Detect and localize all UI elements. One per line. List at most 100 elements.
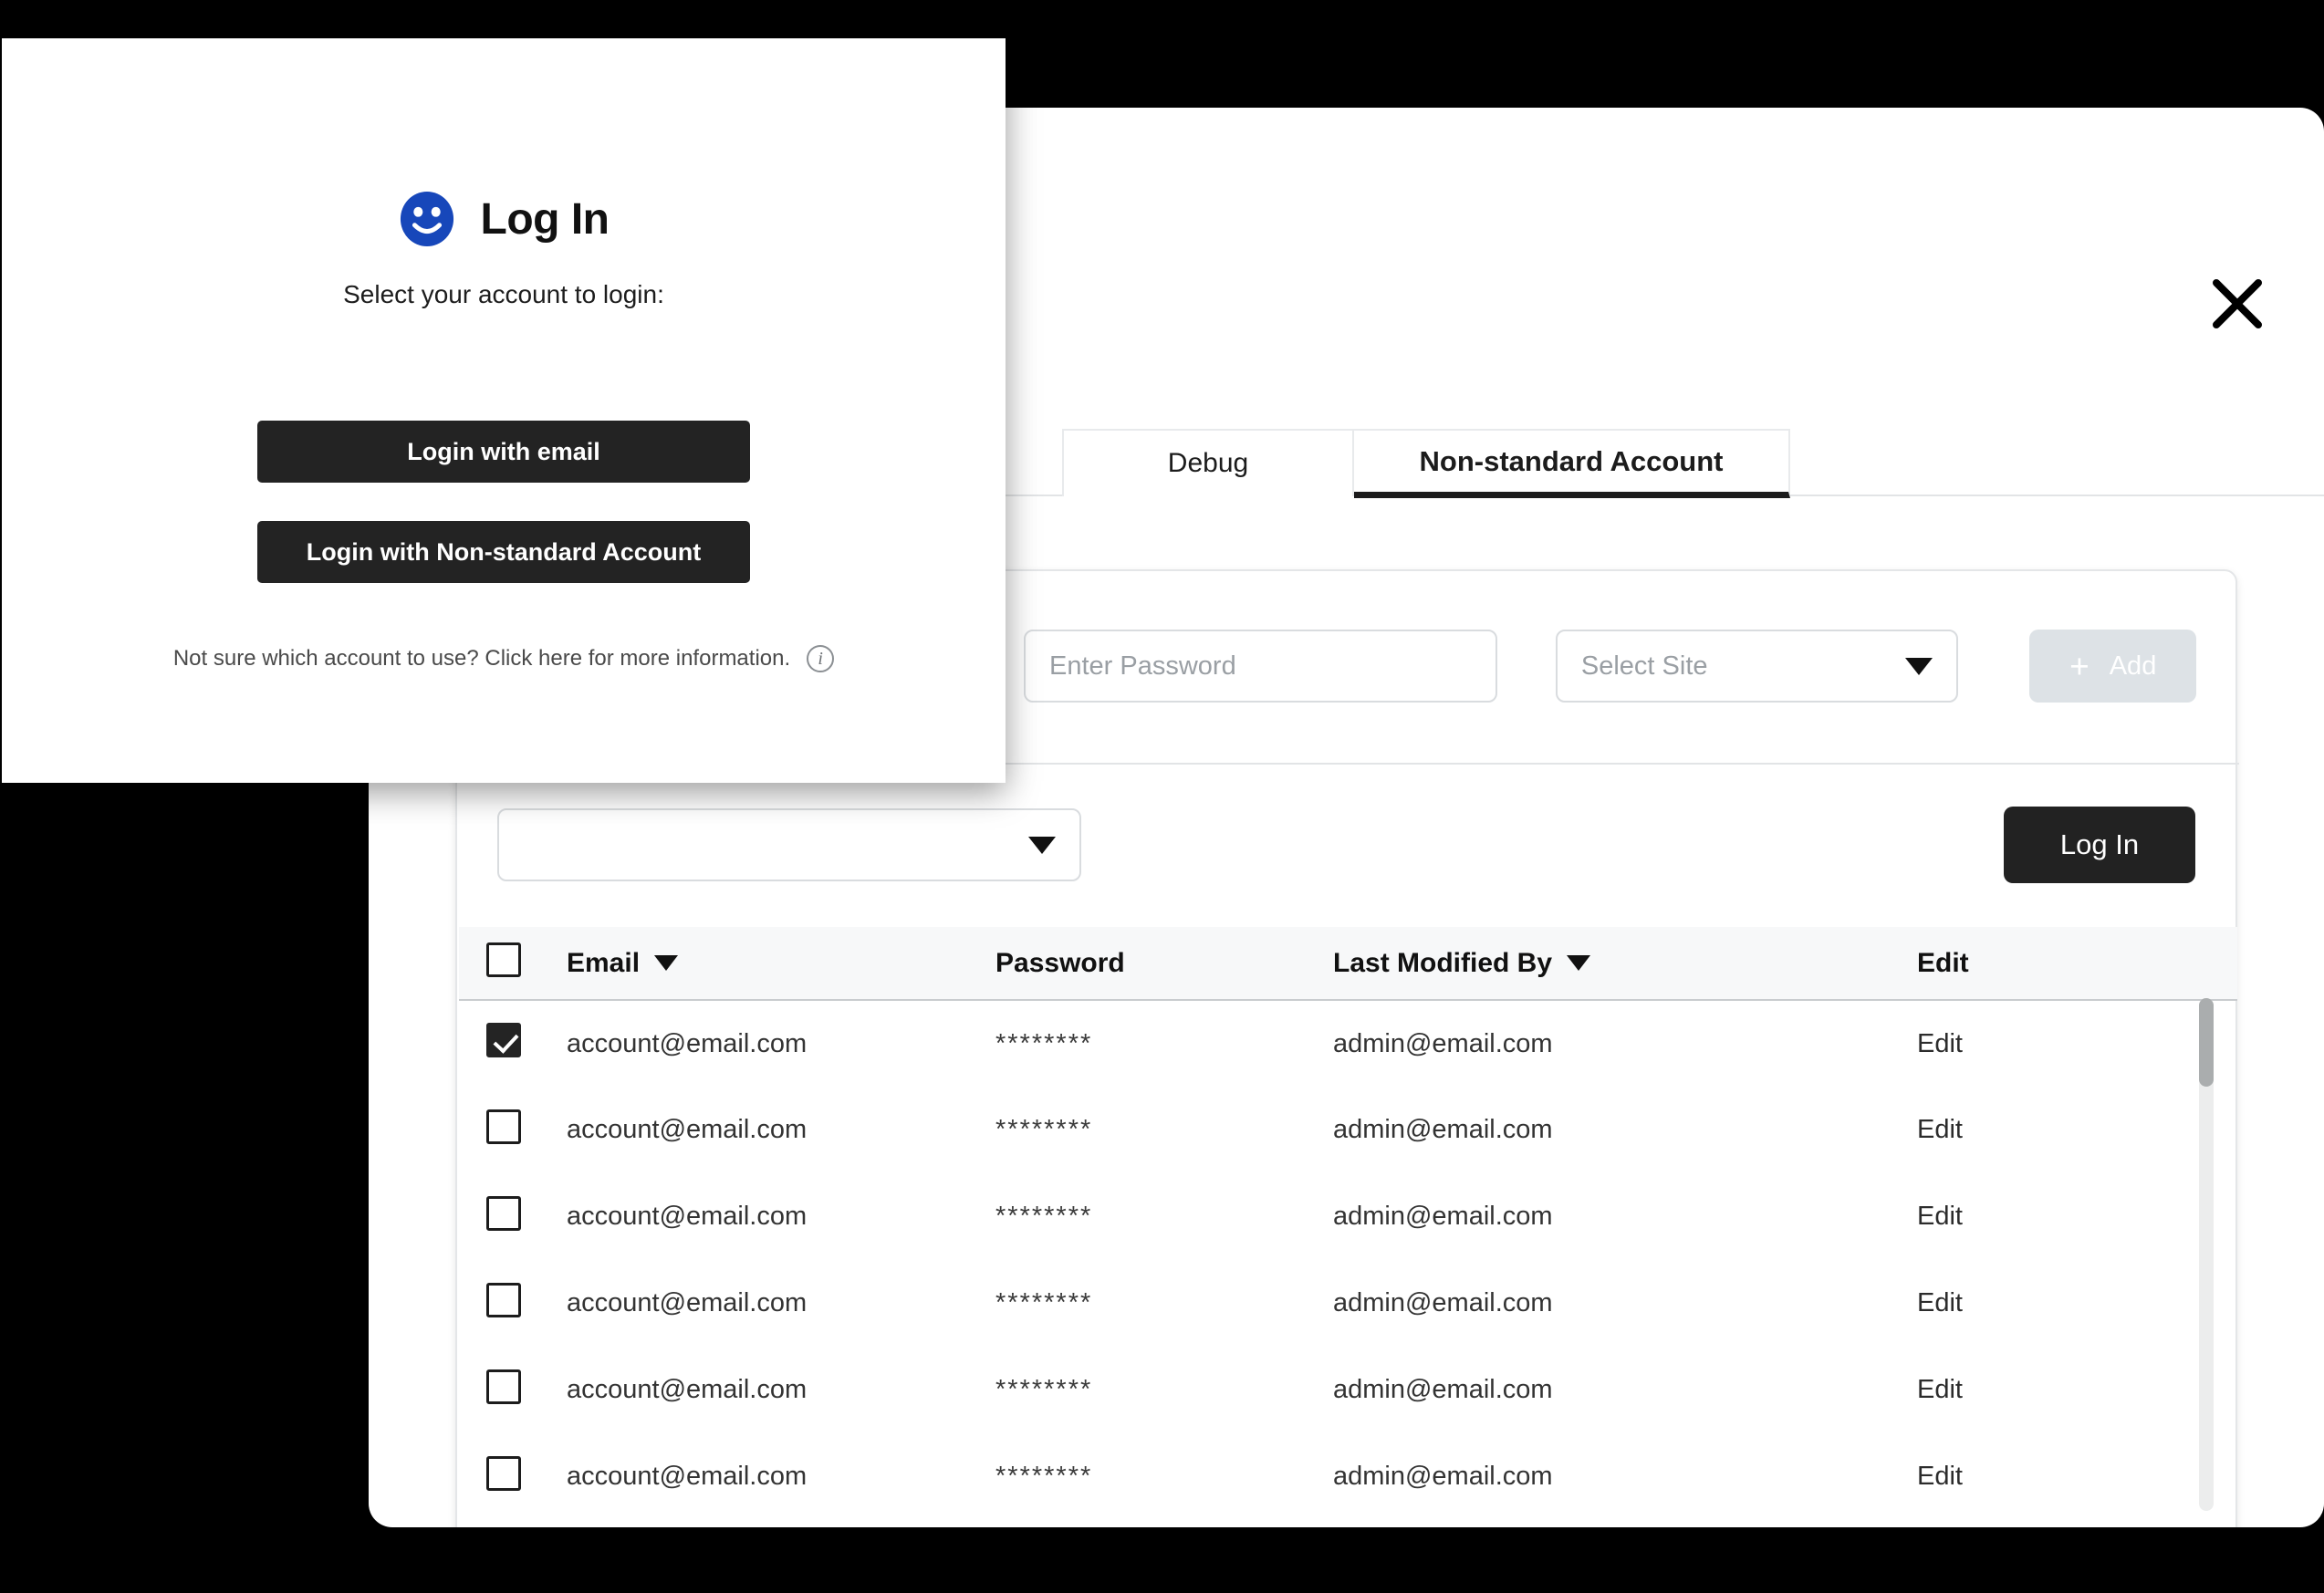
table-header-row: Email Password Last Modified By Edit — [459, 927, 2237, 1001]
login-with-non-standard-account-button[interactable]: Login with Non-standard Account — [257, 521, 750, 583]
sort-descending-icon[interactable] — [1567, 955, 1591, 971]
row-select-cell — [459, 1347, 567, 1433]
add-button[interactable]: + Add — [2029, 630, 2196, 703]
tab-debug-label: Debug — [1167, 448, 1249, 478]
row-select-cell — [459, 1087, 567, 1173]
row-select-cell — [459, 1433, 567, 1520]
table-row[interactable]: account@email.com ******** admin@email.com… — [459, 1433, 2237, 1520]
row-select-cell — [459, 1173, 567, 1260]
close-icon[interactable] — [2207, 274, 2267, 334]
cell-edit: Edit — [1917, 1000, 2237, 1087]
info-icon[interactable]: i — [807, 645, 835, 672]
add-button-label: Add — [2109, 651, 2157, 681]
header-email-label: Email — [567, 947, 641, 978]
tab-non-standard-account-label: Non-standard Account — [1419, 444, 1724, 477]
cell-email: account@email.com — [567, 1115, 808, 1144]
cell-edit: Edit — [1917, 1260, 2237, 1347]
header-password: Password — [995, 927, 1333, 1001]
table-header: Email Password Last Modified By Edit — [459, 927, 2237, 1001]
edit-link[interactable]: Edit — [1917, 1462, 1963, 1491]
row-checkbox[interactable] — [486, 1369, 521, 1404]
log-in-button[interactable]: Log In — [2004, 807, 2195, 883]
header-edit: Edit — [1917, 927, 2237, 1001]
row-checkbox[interactable] — [486, 1109, 521, 1144]
cell-password: ******** — [995, 1433, 1333, 1520]
edit-link[interactable]: Edit — [1917, 1202, 1963, 1231]
select-all-checkbox[interactable] — [486, 942, 521, 977]
edit-link[interactable]: Edit — [1917, 1375, 1963, 1404]
cell-last-modified-by: admin@email.com — [1333, 1462, 1553, 1491]
row-select-cell — [459, 1000, 567, 1087]
plus-icon: + — [2069, 647, 2090, 685]
cell-edit: Edit — [1917, 1347, 2237, 1433]
password-mask: ******** — [995, 1202, 1093, 1231]
edit-link[interactable]: Edit — [1917, 1115, 1963, 1144]
cell-password: ******** — [995, 1087, 1333, 1173]
modal-help-row: Not sure which account to use? Click her… — [173, 645, 835, 672]
cell-email: account@email.com — [567, 1288, 808, 1317]
header-password-label: Password — [995, 947, 1125, 978]
modal-title: Log In — [480, 194, 610, 244]
password-input[interactable]: Enter Password — [1024, 630, 1497, 703]
password-mask: ******** — [995, 1462, 1093, 1491]
screen: Debug Non-standard Account Enter Passwor… — [0, 0, 2324, 1593]
cell-last-modified-by: admin@email.com — [1333, 1028, 1553, 1058]
tab-non-standard-account[interactable]: Non-standard Account — [1354, 429, 1790, 498]
cell-last-modified-by: admin@email.com — [1333, 1375, 1553, 1404]
sort-descending-icon[interactable] — [654, 955, 679, 971]
table-body: account@email.com ******** admin@email.com… — [459, 1000, 2237, 1520]
cell-password: ******** — [995, 1173, 1333, 1260]
edit-link[interactable]: Edit — [1917, 1288, 1963, 1317]
site-select-label: Select Site — [1580, 651, 1708, 681]
cell-email: account@email.com — [567, 1028, 808, 1058]
chevron-down-icon — [1905, 657, 1933, 675]
cell-edit: Edit — [1917, 1087, 2237, 1173]
login-with-email-button[interactable]: Login with email — [257, 421, 750, 483]
password-mask: ******** — [995, 1375, 1093, 1404]
login-selection-row — [497, 808, 2196, 881]
accounts-table-container: Email Password Last Modified By Edit acc… — [459, 927, 2237, 1527]
modal-header: Log In — [399, 191, 610, 247]
password-mask: ******** — [995, 1115, 1093, 1144]
header-last-modified-by[interactable]: Last Modified By — [1333, 927, 1917, 1001]
header-last-modified-by-label: Last Modified By — [1333, 947, 1553, 978]
accounts-table: Email Password Last Modified By Edit acc… — [459, 927, 2237, 1520]
password-mask: ******** — [995, 1028, 1093, 1058]
header-email[interactable]: Email — [567, 927, 995, 1001]
header-edit-label: Edit — [1917, 947, 1969, 978]
table-row[interactable]: account@email.com ******** admin@email.com… — [459, 1260, 2237, 1347]
cell-password: ******** — [995, 1260, 1333, 1347]
cell-last-modified-by: admin@email.com — [1333, 1202, 1553, 1231]
smiley-face-icon — [400, 191, 453, 247]
table-scrollbar-thumb[interactable] — [2199, 998, 2214, 1087]
table-row[interactable]: account@email.com ******** admin@email.com… — [459, 1347, 2237, 1433]
cell-last-modified-by: admin@email.com — [1333, 1288, 1553, 1317]
cell-email: account@email.com — [567, 1202, 808, 1231]
cell-edit: Edit — [1917, 1173, 2237, 1260]
table-scrollbar[interactable] — [2199, 998, 2214, 1511]
row-checkbox[interactable] — [486, 1195, 521, 1231]
cell-email: account@email.com — [567, 1462, 808, 1491]
cell-email: account@email.com — [567, 1375, 808, 1404]
cell-edit: Edit — [1917, 1433, 2237, 1520]
table-row[interactable]: account@email.com ******** admin@email.com… — [459, 1000, 2237, 1087]
table-row[interactable]: account@email.com ******** admin@email.com… — [459, 1087, 2237, 1173]
modal-help-text[interactable]: Not sure which account to use? Click her… — [173, 646, 790, 672]
login-modal: Log In Select your account to login: Log… — [2, 38, 1006, 783]
row-checkbox[interactable] — [486, 1282, 521, 1317]
site-select[interactable]: Select Site — [1555, 630, 1959, 703]
table-row[interactable]: account@email.com ******** admin@email.com… — [459, 1173, 2237, 1260]
account-type-select[interactable] — [497, 808, 1081, 881]
modal-subtitle: Select your account to login: — [343, 280, 664, 308]
header-select-all — [459, 927, 567, 1001]
cell-password: ******** — [995, 1347, 1333, 1433]
chevron-down-icon — [1028, 836, 1056, 854]
password-mask: ******** — [995, 1288, 1093, 1317]
edit-link[interactable]: Edit — [1917, 1029, 1963, 1058]
password-placeholder: Enter Password — [1049, 651, 1236, 681]
cell-password: ******** — [995, 1000, 1333, 1087]
row-checkbox[interactable] — [486, 1455, 521, 1491]
tab-debug[interactable]: Debug — [1062, 429, 1354, 496]
cell-last-modified-by: admin@email.com — [1333, 1115, 1553, 1144]
row-checkbox[interactable] — [486, 1023, 521, 1057]
